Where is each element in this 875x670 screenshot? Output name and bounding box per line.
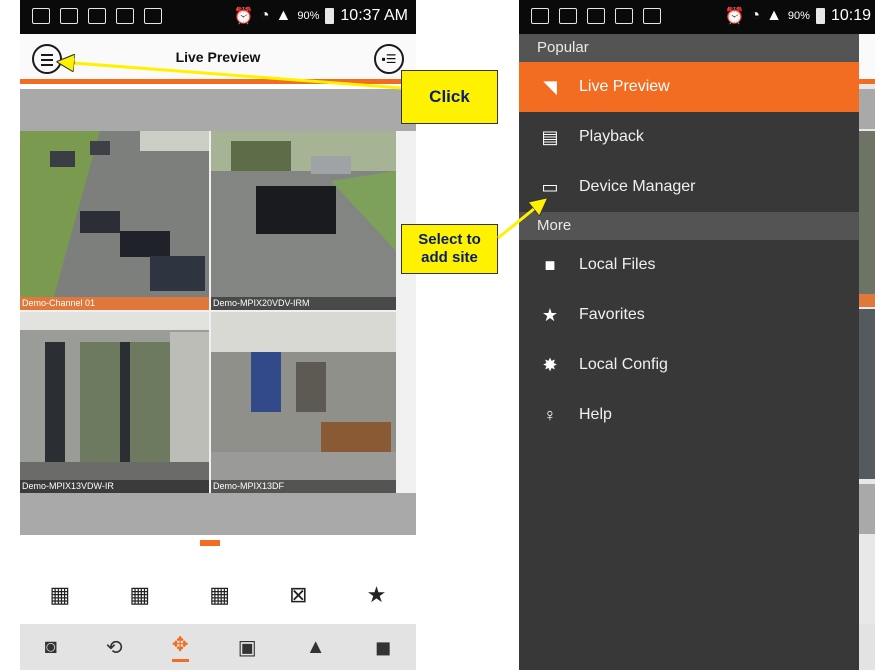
folder-icon: ■: [544, 254, 556, 275]
page-indicator: [200, 540, 220, 546]
status-bar: ⏰ ◔ ▲ 90% 10:37 AM: [20, 0, 416, 34]
status-bar: ⏰ ◔ ▲ 90% 10:19: [519, 0, 875, 34]
battery-percent: 90%: [297, 10, 320, 22]
cctv-camera-icon: ◥: [543, 76, 557, 97]
history-playback-icon[interactable]: ⟲: [106, 635, 123, 660]
menu-item-label: Live Preview: [579, 78, 670, 95]
channel-label: Demo-MPIX13VDW-IR: [20, 480, 209, 493]
peek-video: [859, 309, 875, 479]
signal-icon: ▲: [275, 7, 292, 24]
facebook-icon: [587, 8, 605, 24]
bottom-gray-band: [20, 493, 416, 535]
channel-label: Demo-MPIX20VDV-IRM: [211, 297, 396, 310]
menu-item-local-config[interactable]: ✸ Local Config: [519, 340, 859, 390]
ptz-move-icon[interactable]: ✥: [171, 632, 189, 662]
channel-label: Demo-MPIX13DF: [211, 480, 396, 493]
video-grid: Demo-Channel 01 Demo-MPIX20VDV-IRM Demo-…: [20, 131, 416, 493]
facebook-icon: [88, 8, 106, 24]
person-help-icon: ♀: [543, 404, 557, 425]
shopping-bag-icon: [643, 8, 661, 24]
status-right: ⏰ ◔ ▲ 90% 10:37 AM: [234, 6, 408, 26]
underlying-screen-peek[interactable]: [859, 34, 875, 670]
left-phone-screen: ⏰ ◔ ▲ 90% 10:37 AM Live Preview ▪☰ Demo-…: [20, 0, 416, 670]
app-header: Live Preview ▪☰: [20, 34, 416, 84]
control-toolbar: ◙ ⟲ ✥ ▣ ▲ ◼: [20, 624, 416, 670]
battery-icon: [815, 8, 825, 24]
top-gray-band: [20, 89, 416, 131]
status-right: ⏰ ◔ ▲ 90% 10:19: [724, 6, 871, 26]
page-title: Live Preview: [175, 49, 261, 65]
voicemail-icon: [116, 8, 134, 24]
star-icon: ★: [541, 304, 559, 325]
right-phone-screen: ⏰ ◔ ▲ 90% 10:19 Popular ◥ Live Preview ▤…: [519, 0, 875, 670]
video-record-icon[interactable]: ◼: [375, 635, 392, 660]
notification-icon: [32, 8, 50, 24]
notification-icons: [32, 8, 162, 24]
menu-item-label: Help: [579, 406, 612, 423]
menu-item-device-manager[interactable]: ▭ Device Manager: [519, 162, 859, 212]
menu-item-help[interactable]: ♀ Help: [519, 390, 859, 440]
peek-gray: [859, 89, 875, 129]
clock-time: 10:37 AM: [340, 7, 408, 24]
menu-item-local-files[interactable]: ■ Local Files: [519, 240, 859, 290]
alarm-icon: ⏰: [233, 8, 254, 25]
menu-item-label: Local Files: [579, 256, 656, 273]
peek-video: [859, 131, 875, 301]
peek-label: [859, 294, 875, 307]
camera-feed: [20, 312, 209, 493]
signal-icon: ▲: [766, 7, 782, 24]
wifi-icon: ◔: [259, 7, 270, 24]
favorite-star-icon[interactable]: ★: [367, 582, 387, 608]
gmail-icon: [559, 8, 577, 24]
menu-item-label: Device Manager: [579, 178, 696, 195]
camera-feed: [211, 131, 396, 310]
close-all-icon[interactable]: ⊠: [289, 582, 307, 608]
section-header-more: More: [519, 212, 859, 240]
navigation-drawer: Popular ◥ Live Preview ▤ Playback ▭ Devi…: [519, 34, 859, 670]
video-tile[interactable]: Demo-MPIX13VDW-IR: [20, 312, 209, 493]
callout-click: Click: [401, 70, 498, 124]
film-strip-icon: ▤: [541, 126, 559, 147]
notification-icons: [531, 8, 661, 24]
callout-line: add site: [421, 249, 478, 266]
wifi-icon: ◔: [750, 7, 761, 24]
video-tile[interactable]: Demo-MPIX13DF: [211, 312, 396, 493]
gear-icon: ✸: [542, 354, 558, 375]
layout-4-icon[interactable]: ▦: [50, 582, 71, 608]
battery-icon: [325, 8, 335, 24]
layout-toolbar: ▦ ▦ ▦ ⊠ ★: [20, 566, 416, 624]
gmail-icon: [60, 8, 78, 24]
shopping-bag-icon: [144, 8, 162, 24]
camera-feed: [211, 312, 396, 493]
peek-toolbar: [859, 624, 875, 670]
channel-list-icon[interactable]: ▪☰: [374, 44, 404, 74]
dvr-device-icon: ▭: [541, 176, 559, 197]
callout-line: Select to: [418, 231, 481, 248]
menu-item-playback[interactable]: ▤ Playback: [519, 112, 859, 162]
menu-item-live-preview[interactable]: ◥ Live Preview: [519, 62, 859, 112]
alarm-icon: ⏰: [724, 8, 745, 25]
menu-item-favorites[interactable]: ★ Favorites: [519, 290, 859, 340]
video-tile[interactable]: Demo-MPIX20VDV-IRM: [211, 131, 396, 310]
peek-gray: [859, 484, 875, 534]
battery-percent: 90%: [787, 10, 810, 22]
channel-label: Demo-Channel 01: [20, 297, 209, 310]
layout-9-icon[interactable]: ▦: [129, 582, 150, 608]
camera-snapshot-icon[interactable]: ◙: [45, 636, 57, 659]
voicemail-icon: [615, 8, 633, 24]
callout-select-site: Select to add site: [401, 224, 498, 274]
menu-item-label: Favorites: [579, 306, 645, 323]
menu-item-label: Playback: [579, 128, 644, 145]
alert-icon[interactable]: ▲: [306, 636, 326, 659]
layout-16-icon[interactable]: ▦: [209, 582, 230, 608]
image-icon: [531, 8, 549, 24]
video-tile[interactable]: Demo-Channel 01: [20, 131, 209, 310]
section-header-popular: Popular: [519, 34, 859, 62]
clock-time: 10:19: [830, 7, 871, 24]
menu-item-label: Local Config: [579, 356, 668, 373]
display-icon[interactable]: ▣: [238, 635, 257, 660]
peek-header: [859, 34, 875, 84]
camera-feed: [20, 131, 209, 310]
